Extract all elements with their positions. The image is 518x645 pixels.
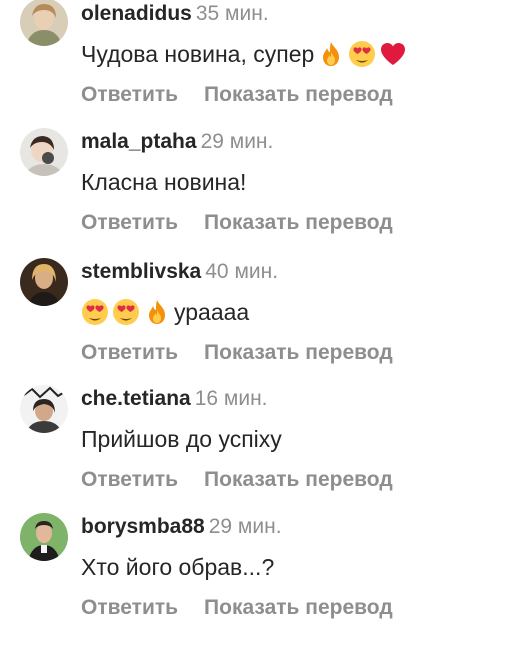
comment-text: Класна новина! (81, 167, 246, 197)
avatar[interactable] (20, 385, 68, 433)
comment-actions: Ответить Показать перевод (81, 82, 393, 108)
comment-meta: borysmba88 29 мин. (81, 514, 282, 540)
timestamp: 29 мин. (200, 130, 274, 153)
comment-text-content: Класна новина! (81, 169, 247, 195)
show-translation-button[interactable]: Показать перевод (204, 596, 393, 619)
comment-actions: Ответить Показать перевод (81, 595, 393, 621)
comment-meta: olenadidus 35 мин. (81, 1, 269, 27)
heart-eyes-emoji-icon (112, 298, 140, 326)
comment-text-content: Хто його обрав...? (81, 554, 275, 580)
show-translation-button[interactable]: Показать перевод (204, 211, 393, 234)
avatar[interactable] (20, 258, 68, 306)
comment-actions: Ответить Показать перевод (81, 210, 393, 236)
avatar[interactable] (20, 128, 68, 176)
reply-button[interactable]: Ответить (81, 468, 178, 491)
fire-emoji-icon (143, 298, 171, 326)
comment-actions: Ответить Показать перевод (81, 467, 393, 493)
comment-text-content: Чудова новина, супер (81, 41, 315, 67)
comment-text-content: урaaaa (174, 299, 250, 325)
comment-item: olenadidus 35 мин. Чудова новина, супер О… (0, 0, 518, 132)
comment-item: che.tetiana 16 мин. Прийшов до успіху Отв… (0, 385, 518, 517)
timestamp: 40 мин. (205, 260, 279, 283)
username[interactable]: olenadidus (81, 2, 192, 25)
username[interactable]: stemblivska (81, 260, 201, 283)
comment-text: Хто його обрав...? (81, 552, 274, 582)
red-heart-icon (379, 40, 407, 68)
comment-text-content: Прийшов до успіху (81, 426, 282, 452)
comment-meta: mala_ptaha 29 мин. (81, 129, 273, 155)
comment-item: mala_ptaha 29 мин. Класна новина! Ответит… (0, 128, 518, 260)
fire-emoji-icon (317, 40, 345, 68)
comment-item: stemblivska 40 мин. урaaaa Ответить Показа… (0, 258, 518, 390)
timestamp: 35 мин. (195, 2, 269, 25)
reply-button[interactable]: Ответить (81, 211, 178, 234)
reply-button[interactable]: Ответить (81, 83, 178, 106)
avatar[interactable] (20, 513, 68, 561)
comment-text: урaaaa (81, 297, 249, 327)
comment-meta: che.tetiana 16 мин. (81, 386, 268, 412)
timestamp: 16 мин. (194, 387, 268, 410)
comment-text: Чудова новина, супер (81, 39, 407, 69)
reply-button[interactable]: Ответить (81, 341, 178, 364)
username[interactable]: borysmba88 (81, 515, 205, 538)
heart-eyes-emoji-icon (348, 40, 376, 68)
comment-actions: Ответить Показать перевод (81, 340, 393, 366)
timestamp: 29 мин. (208, 515, 282, 538)
heart-eyes-emoji-icon (81, 298, 109, 326)
username[interactable]: che.tetiana (81, 387, 191, 410)
show-translation-button[interactable]: Показать перевод (204, 83, 393, 106)
username[interactable]: mala_ptaha (81, 130, 197, 153)
show-translation-button[interactable]: Показать перевод (204, 468, 393, 491)
comment-text: Прийшов до успіху (81, 424, 282, 454)
show-translation-button[interactable]: Показать перевод (204, 341, 393, 364)
reply-button[interactable]: Ответить (81, 596, 178, 619)
comment-item: borysmba88 29 мин. Хто його обрав...? Отв… (0, 513, 518, 645)
avatar[interactable] (20, 0, 68, 46)
comment-meta: stemblivska 40 мин. (81, 259, 278, 285)
